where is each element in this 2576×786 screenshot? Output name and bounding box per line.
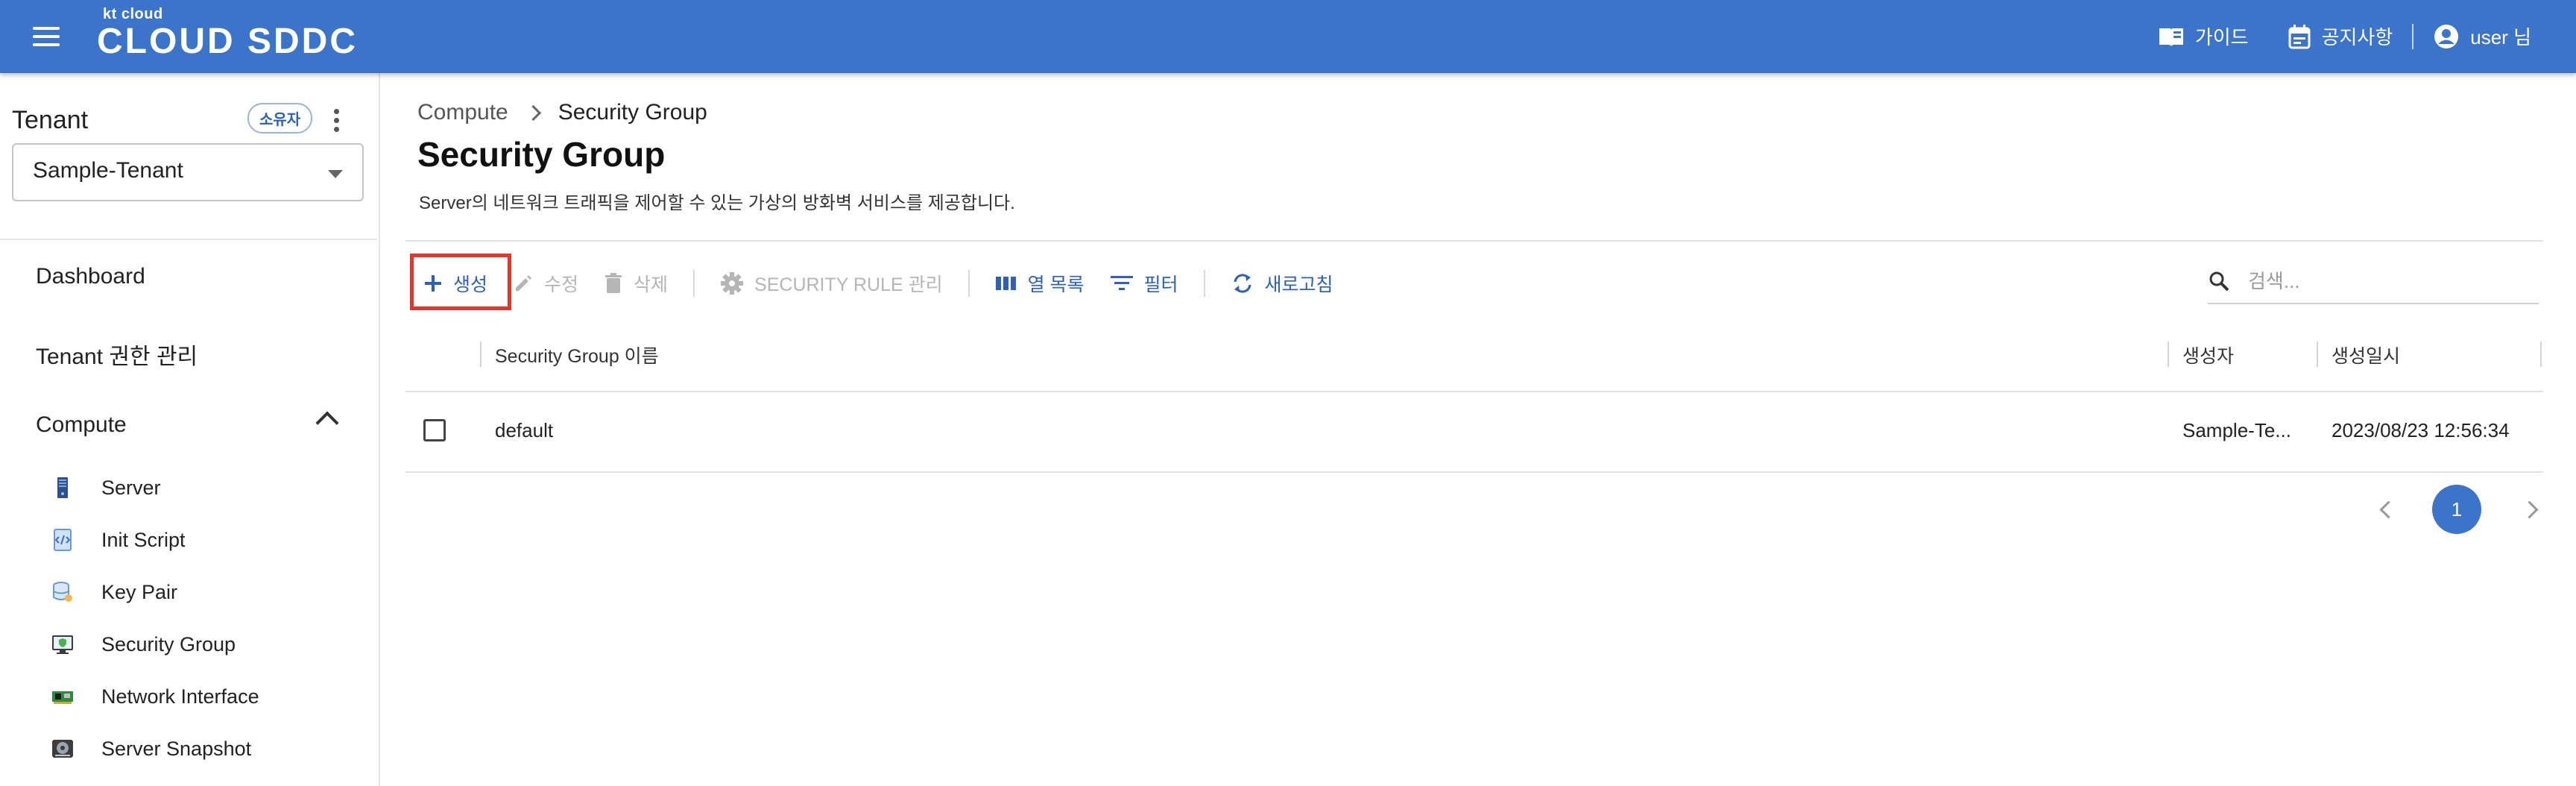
trash-icon (605, 273, 622, 293)
toolbar: 생성 수정 삭제 SECURITY RULE 관리 열 목록 필터 새로고침 (411, 252, 1359, 315)
page-description: Server의 네트워크 트래픽을 제어할 수 있는 가상의 방화벽 서비스를 … (419, 193, 1015, 213)
notice-label: 공지사항 (2321, 26, 2393, 48)
script-icon (54, 529, 72, 551)
security-rule-label: SECURITY RULE 관리 (754, 274, 943, 295)
chevron-right-icon[interactable] (2520, 500, 2539, 519)
toolbar-divider (1203, 270, 1205, 297)
column-divider (2168, 342, 2169, 367)
cell-creator: Sample-Te... (2182, 419, 2291, 441)
column-divider (2317, 342, 2318, 367)
sidebar-item-security-group[interactable]: Security Group (51, 632, 236, 656)
page-title: Security Group (417, 135, 666, 174)
header-divider (2412, 23, 2414, 49)
column-header-name[interactable]: Security Group 이름 (495, 342, 659, 368)
create-button[interactable]: 생성 (423, 270, 487, 297)
view-column-icon (995, 277, 1016, 290)
tenant-label: Tenant (12, 106, 89, 134)
dropdown-caret-icon (328, 170, 343, 178)
search-input[interactable] (2247, 267, 2533, 295)
sidebar: Tenant 소유자 Sample-Tenant Dashboard Tenan… (0, 73, 380, 786)
chevron-left-icon[interactable] (2379, 500, 2398, 519)
filter-icon (1110, 276, 1133, 290)
chevron-up-icon[interactable] (315, 411, 339, 435)
delete-button[interactable]: 삭제 (604, 270, 668, 297)
cell-name: default (495, 419, 554, 441)
menu-icon[interactable] (33, 27, 60, 46)
table-row[interactable]: default Sample-Te... 2023/08/23 12:56:34 (405, 392, 2543, 473)
refresh-label: 새로고침 (1264, 274, 1333, 295)
breadcrumb-parent[interactable]: Compute (417, 100, 508, 125)
pencil-icon (516, 275, 532, 291)
refresh-button[interactable]: 새로고침 (1231, 270, 1333, 297)
pagination: 1 (2379, 485, 2539, 534)
key-pair-icon (53, 582, 72, 602)
gear-icon (721, 272, 744, 295)
edit-label: 수정 (544, 274, 579, 295)
breadcrumb: Compute Security Group (417, 100, 707, 125)
edit-button[interactable]: 수정 (513, 270, 578, 297)
security-rule-button[interactable]: SECURITY RULE 관리 (720, 270, 943, 297)
sidebar-item-label: Security Group (101, 632, 236, 655)
guide-label: 가이드 (2194, 26, 2249, 48)
tenant-select[interactable]: Sample-Tenant (12, 143, 364, 201)
server-icon (57, 477, 68, 498)
account-icon (2434, 24, 2459, 48)
user-menu[interactable]: user 님 (2433, 22, 2531, 50)
search-icon (2209, 271, 2229, 292)
chevron-right-icon (525, 104, 541, 121)
sidebar-item-server[interactable]: Server (51, 476, 161, 500)
column-header-creator[interactable]: 생성자 (2182, 342, 2234, 368)
page-number-current[interactable]: 1 (2432, 485, 2481, 534)
sidebar-item-dashboard[interactable]: Dashboard (36, 264, 145, 289)
toolbar-divider (967, 270, 970, 297)
sidebar-divider (0, 239, 377, 240)
columns-button[interactable]: 열 목록 (995, 270, 1085, 297)
breadcrumb-current: Security Group (558, 100, 707, 125)
top-header-bar: kt cloud CLOUD SDDC 가이드 공지사항 user 님 (0, 0, 2576, 73)
calendar-icon (2288, 24, 2311, 48)
more-vert-icon[interactable] (334, 109, 341, 136)
filter-button[interactable]: 필터 (1110, 270, 1178, 297)
create-label: 생성 (453, 274, 488, 295)
notice-link[interactable]: 공지사항 (2288, 22, 2393, 50)
sidebar-item-key-pair[interactable]: Key Pair (51, 580, 177, 604)
sidebar-item-network-interface[interactable]: Network Interface (51, 685, 259, 708)
column-header-created[interactable]: 생성일시 (2332, 342, 2400, 368)
column-divider (480, 342, 482, 367)
toolbar-divider (693, 270, 695, 297)
filter-label: 필터 (1143, 274, 1178, 295)
sidebar-item-tenant-auth[interactable]: Tenant 권한 관리 (36, 338, 198, 371)
network-interface-icon (52, 691, 73, 704)
cell-created: 2023/08/23 12:56:34 (2332, 419, 2510, 441)
sidebar-item-label: Server Snapshot (101, 737, 252, 760)
table-header: Security Group 이름 생성자 생성일시 (405, 319, 2543, 392)
sidebar-item-init-script[interactable]: Init Script (51, 528, 186, 552)
columns-label: 열 목록 (1027, 274, 1085, 295)
book-icon (2159, 28, 2183, 46)
owner-badge: 소유자 (247, 103, 313, 133)
row-checkbox[interactable] (423, 419, 446, 441)
search-box (2208, 260, 2539, 304)
delete-label: 삭제 (634, 274, 669, 295)
snapshot-icon (52, 740, 73, 758)
header-divider-line (405, 240, 2543, 242)
security-group-icon (52, 635, 73, 654)
plus-icon (425, 275, 441, 292)
tenant-select-value: Sample-Tenant (33, 158, 183, 183)
column-divider (2540, 342, 2542, 367)
header-actions: 가이드 공지사항 user 님 (2158, 22, 2531, 50)
app-logo[interactable]: CLOUD SDDC (97, 21, 358, 62)
sidebar-item-label: Network Interface (101, 685, 259, 708)
sidebar-item-label: Key Pair (101, 580, 178, 603)
guide-link[interactable]: 가이드 (2158, 22, 2249, 50)
refresh-icon (1234, 274, 1251, 293)
sidebar-item-server-snapshot[interactable]: Server Snapshot (51, 737, 251, 761)
sidebar-item-compute[interactable]: Compute (36, 412, 127, 438)
sidebar-item-label: Server (101, 476, 161, 499)
user-label: user 님 (2470, 26, 2531, 48)
sidebar-item-label: Init Script (101, 528, 186, 551)
